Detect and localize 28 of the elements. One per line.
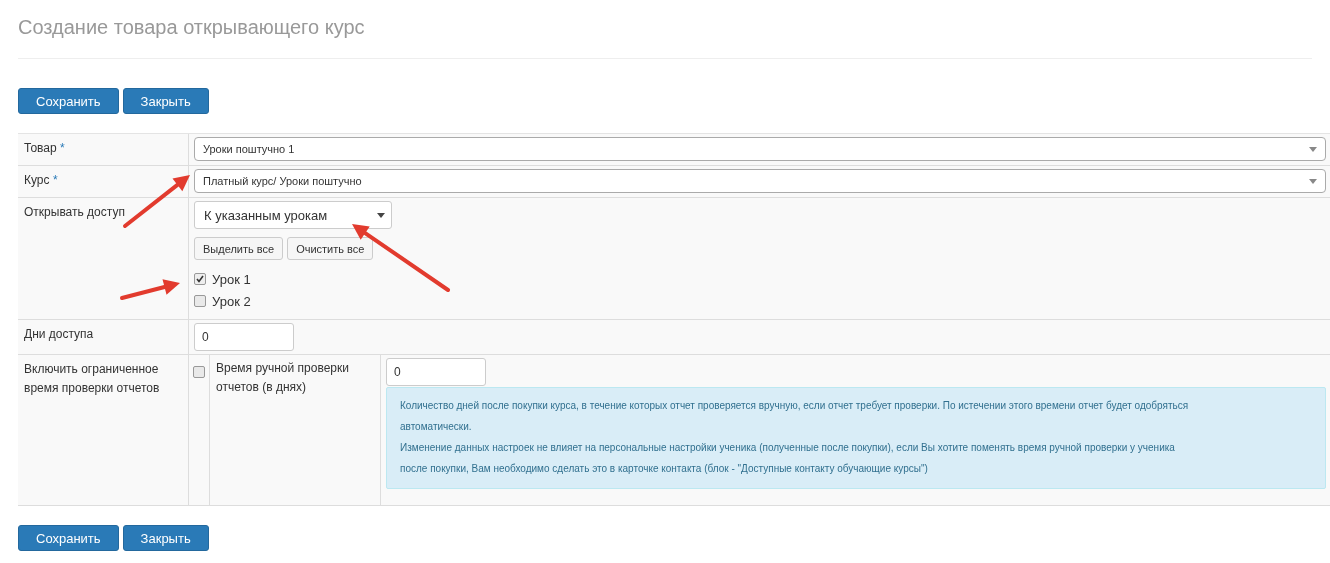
field-label: Товар * [24,140,66,157]
field-label: Время ручной проверки отчетов (в днях) [216,360,350,396]
checkbox-label: Урок 1 [212,271,251,287]
field-label: Курс * [24,172,59,189]
field-label: Открывать доступ [24,204,126,221]
save-button[interactable]: Сохранить [18,88,119,114]
field-label: Дни доступа [24,326,95,343]
close-button[interactable]: Закрыть [122,525,209,551]
select-all-button[interactable]: Выделить все [194,237,284,260]
clear-all-button[interactable]: Очистить все [287,237,374,260]
page-title: Создание товара открывающего курс [18,15,366,40]
caret-icon [1309,178,1317,184]
checkbox-label: Урок 2 [212,293,251,309]
checkbox[interactable] [194,273,206,285]
hint-text: Изменение данных настроек не влияет на персональные настройки ученика (полученные после покупки), если Вы хотите поменять время ручной проверки у ученика после покупки, Вам необходимо сделать это в карточке контакта (блок - "Доступные контакту обучающие курсы") [400,441,1176,476]
input-field[interactable]: 0 [386,358,486,386]
checkbox[interactable] [194,295,206,307]
caret-icon [377,212,385,218]
close-button[interactable]: Закрыть [122,88,209,114]
field-label: Включить ограниченное время проверки отчетов [24,361,161,397]
input-field[interactable]: 0 [194,323,294,351]
caret-icon [1309,146,1317,152]
access-select[interactable]: К указанным урокам [194,201,392,229]
hint-text: Количество дней после покупки курса, в течение которых отчет проверяется вручную, если отчет требует проверки. По истечении этого времени отчет будет одобряться автоматически. [400,399,1190,434]
product-select[interactable]: Уроки поштучно 1 [194,137,1326,161]
course-select[interactable]: Платный курс/ Уроки поштучно [194,169,1326,193]
save-button[interactable]: Сохранить [18,525,119,551]
checkbox[interactable] [193,366,205,378]
